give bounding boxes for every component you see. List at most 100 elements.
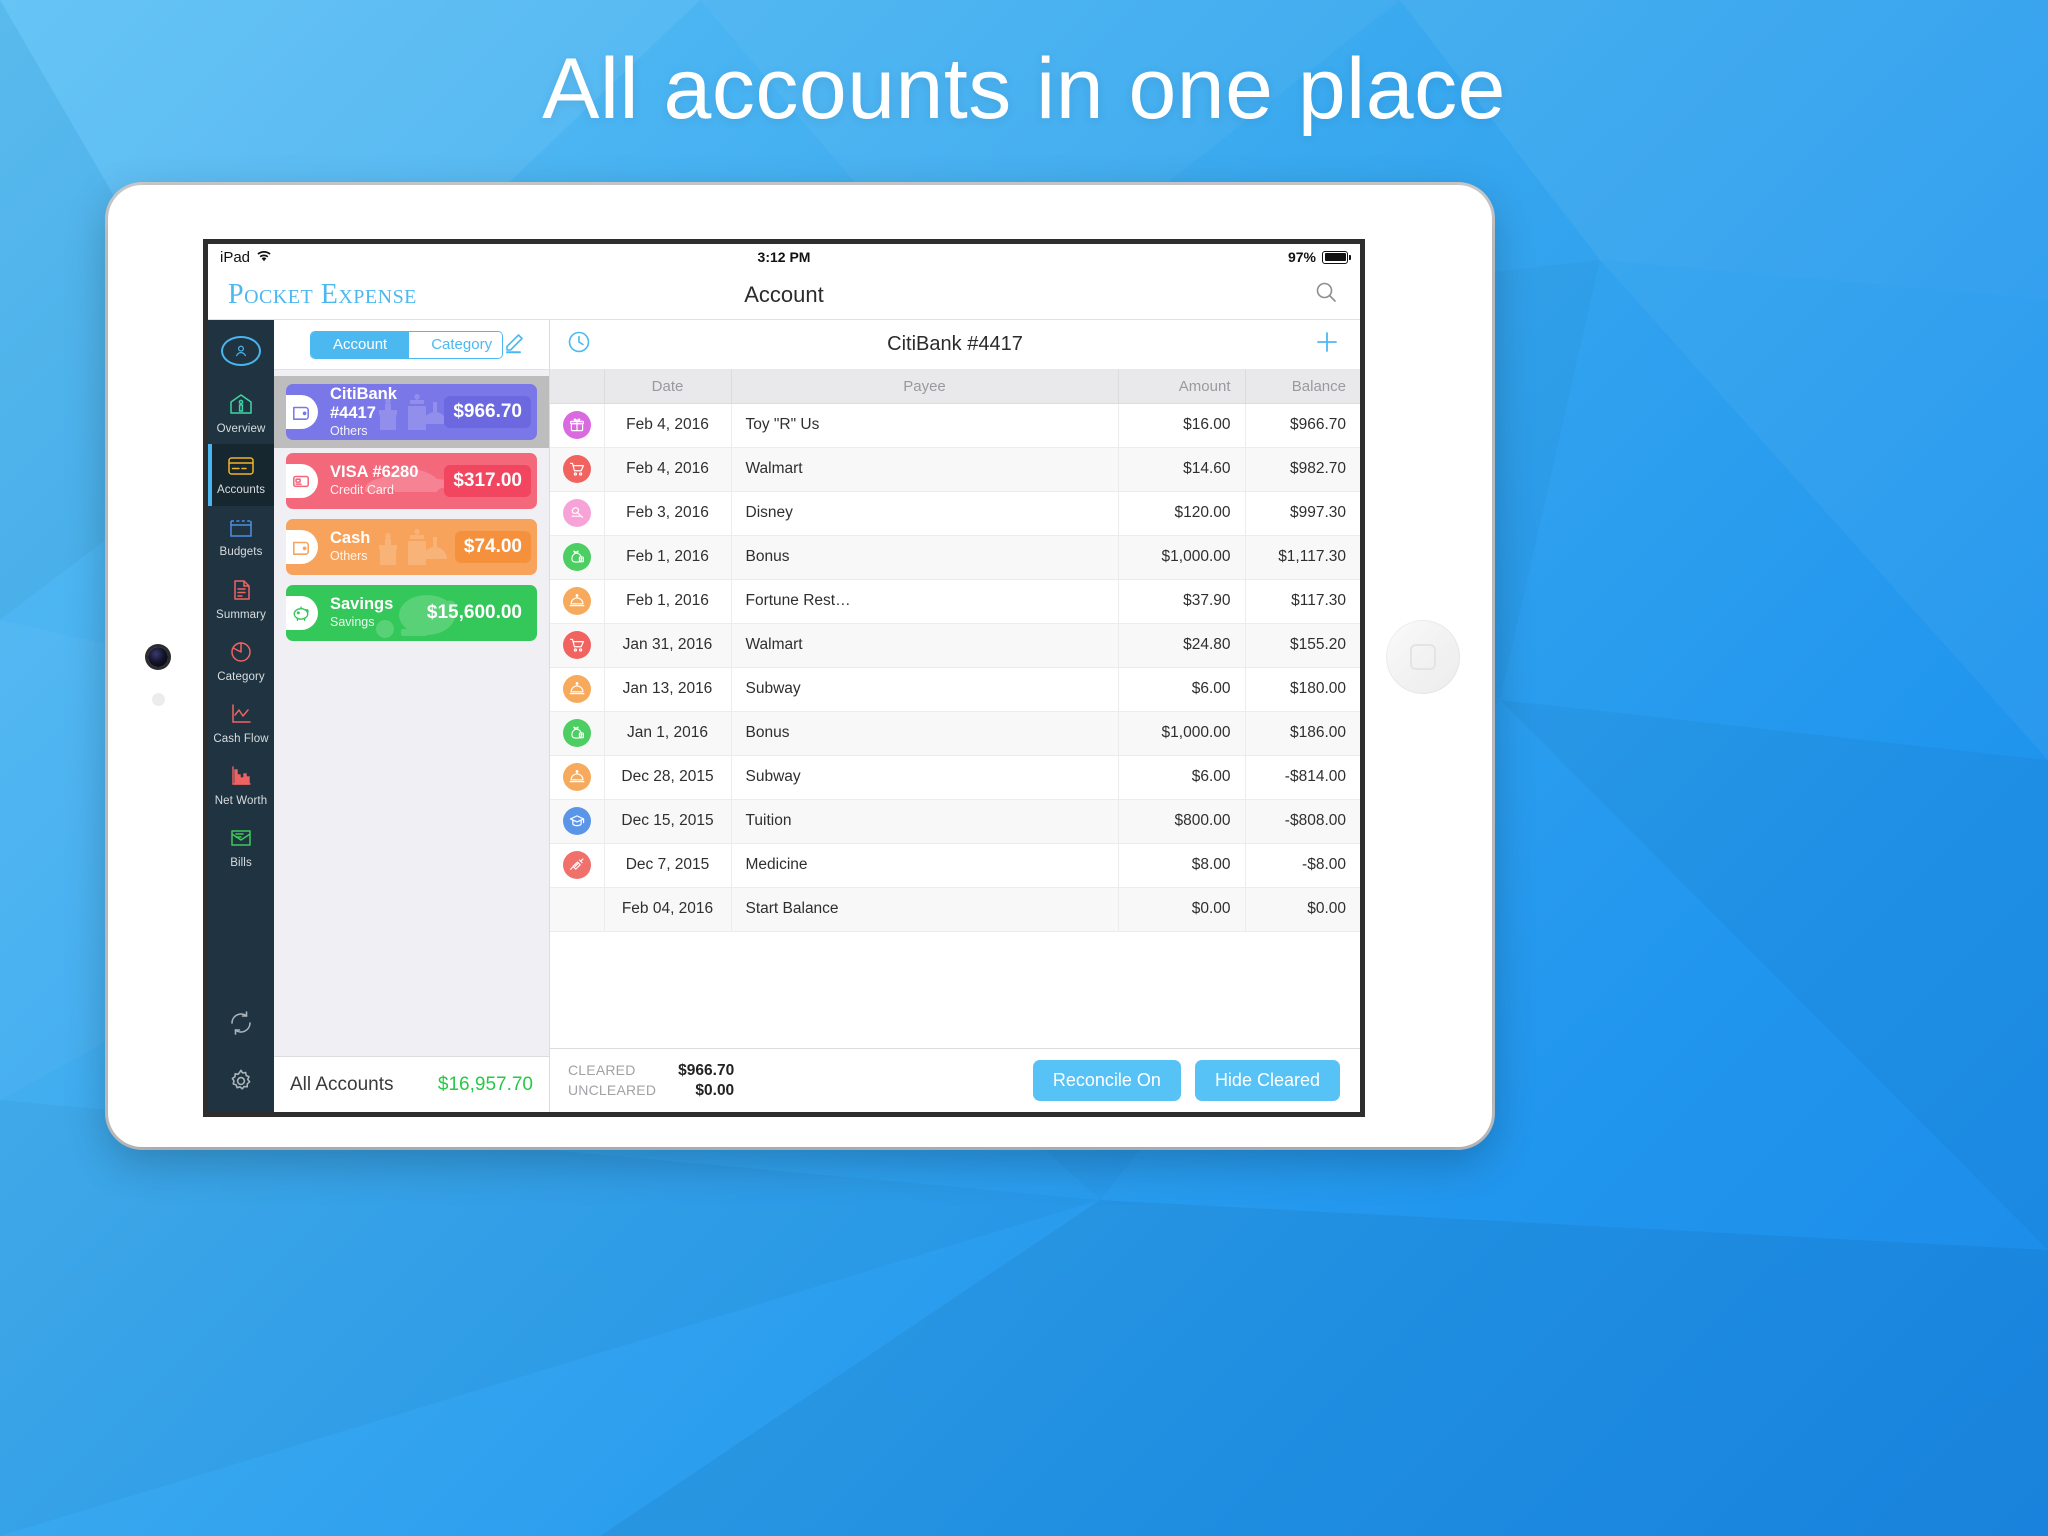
search-icon[interactable] (1314, 280, 1338, 309)
home-icon (228, 392, 254, 421)
table-row[interactable]: Feb 4, 2016 Toy "R" Us $16.00 $966.70 (550, 403, 1360, 448)
table-row[interactable]: Dec 15, 2015 Tuition $800.00 -$808.00 (550, 799, 1360, 844)
sidebar-item-label: Bills (230, 856, 252, 869)
ambient-sensor-icon (152, 693, 165, 706)
account-type: Savings (330, 615, 375, 630)
row-amount: $0.00 (1118, 887, 1246, 932)
account-card-citibank[interactable]: CitiBank #4417 Others $966.70 (274, 376, 549, 448)
sidebar-item-summary[interactable]: Summary (208, 568, 274, 630)
col-amount: Amount (1118, 370, 1246, 404)
all-accounts-footer[interactable]: All Accounts $16,957.70 (274, 1056, 549, 1112)
table-row[interactable]: Dec 7, 2015 Medicine $8.00 -$8.00 (550, 843, 1360, 888)
settings-button[interactable] (208, 1054, 274, 1112)
sidebar-item-accounts[interactable]: Accounts (208, 444, 274, 506)
syringe-icon (562, 851, 591, 879)
account-card-cash[interactable]: Cash Others $74.00 (274, 514, 549, 580)
account-card-visa[interactable]: VISA #6280 Credit Card $317.00 (274, 448, 549, 514)
col-balance: Balance (1245, 370, 1360, 404)
ipad-device-frame: iPad 3:12 PM 97% Pocket Expense Account (105, 182, 1495, 1150)
uncleared-value: $0.00 (695, 1081, 735, 1099)
add-transaction-button[interactable] (1314, 329, 1340, 360)
transactions-title: CitiBank #4417 (887, 333, 1023, 355)
row-category-icon-cell (550, 447, 605, 492)
table-row[interactable]: Jan 13, 2016 Subway $6.00 $180.00 (550, 667, 1360, 712)
table-row[interactable]: Feb 04, 2016 Start Balance $0.00 $0.00 (550, 887, 1360, 932)
dish-icon (562, 675, 591, 703)
page-title: All accounts in one place (542, 41, 1506, 137)
row-payee: Walmart (731, 623, 1119, 668)
clock-history-icon (566, 331, 592, 359)
history-button[interactable] (566, 329, 592, 360)
row-balance: $0.00 (1245, 887, 1360, 932)
table-row[interactable]: Feb 4, 2016 Walmart $14.60 $982.70 (550, 447, 1360, 492)
row-amount: $16.00 (1118, 403, 1246, 448)
row-date: Feb 4, 2016 (604, 447, 732, 492)
gear-icon (227, 1067, 255, 1100)
row-balance: -$808.00 (1245, 799, 1360, 844)
tab-category[interactable]: Category (409, 331, 502, 358)
tab-account[interactable]: Account (311, 331, 410, 358)
row-category-icon-cell (550, 579, 605, 624)
row-amount: $1,000.00 (1118, 535, 1246, 580)
hide-cleared-button[interactable]: Hide Cleared (1194, 1060, 1340, 1101)
cleared-value: $966.70 (678, 1061, 735, 1079)
cleared-label: CLEARED (568, 1061, 636, 1078)
sync-button[interactable] (208, 996, 274, 1054)
row-date: Jan 13, 2016 (604, 667, 732, 712)
col-payee: Payee (731, 370, 1119, 404)
status-bar-time: 3:12 PM (757, 249, 811, 265)
sidebar-item-category[interactable]: Category (208, 630, 274, 692)
table-row[interactable]: Feb 1, 2016 Bonus $1,000.00 $1,117.30 (550, 535, 1360, 580)
row-payee: Start Balance (731, 887, 1119, 932)
line-chart-icon (228, 702, 254, 731)
transactions-empty-space (550, 931, 1360, 1048)
row-balance: $186.00 (1245, 711, 1360, 756)
app-body: Overview Accounts Budgets Summary Catego… (208, 320, 1360, 1112)
row-payee: Subway (731, 755, 1119, 800)
app-navbar: Pocket Expense Account (208, 270, 1360, 320)
account-name: CitiBank #4417 (330, 384, 397, 422)
card-icon (286, 464, 318, 498)
account-category-segmented-control[interactable]: Account Category (310, 330, 503, 359)
row-payee: Disney (731, 491, 1119, 536)
wifi-icon (256, 249, 272, 266)
bar-chart-icon (228, 764, 254, 793)
row-payee: Bonus (731, 535, 1119, 580)
envelope-icon (228, 826, 254, 855)
sidebar-item-net-worth[interactable]: Net Worth (208, 754, 274, 816)
row-balance: -$8.00 (1245, 843, 1360, 888)
table-row[interactable]: Dec 28, 2015 Subway $6.00 -$814.00 (550, 755, 1360, 800)
row-payee: Toy "R" Us (731, 403, 1119, 448)
sidebar-item-budgets[interactable]: Budgets (208, 506, 274, 568)
sidebar-item-label: Accounts (216, 483, 266, 496)
table-header-row: Date Payee Amount Balance (550, 370, 1360, 404)
sidebar-item-cash-flow[interactable]: Cash Flow (208, 692, 274, 754)
sidebar-item-label: Cash Flow (213, 732, 269, 745)
sidebar-item-bills[interactable]: Bills (208, 816, 274, 878)
account-card-savings[interactable]: Savings Savings $15,600.00 (274, 580, 549, 646)
row-date: Feb 4, 2016 (604, 403, 732, 448)
reconcile-on-button[interactable]: Reconcile On (1032, 1060, 1181, 1101)
row-date: Feb 1, 2016 (604, 579, 732, 624)
row-balance: $1,117.30 (1245, 535, 1360, 580)
row-category-icon-cell (550, 887, 605, 932)
account-card-list: CitiBank #4417 Others $966.70 VISA #6280… (274, 370, 549, 1056)
transactions-body: Feb 4, 2016 Toy "R" Us $16.00 $966.70 Feb 4,… (550, 403, 1360, 932)
avatar[interactable] (208, 320, 274, 382)
row-amount: $6.00 (1118, 667, 1246, 712)
edit-accounts-button[interactable] (503, 330, 527, 359)
row-payee: Walmart (731, 447, 1119, 492)
table-row[interactable]: Jan 31, 2016 Walmart $24.80 $155.20 (550, 623, 1360, 668)
table-row[interactable]: Jan 1, 2016 Bonus $1,000.00 $186.00 (550, 711, 1360, 756)
row-date: Jan 31, 2016 (604, 623, 732, 668)
home-button[interactable] (1386, 620, 1460, 694)
table-row[interactable]: Feb 1, 2016 Fortune Rest… $37.90 $117.30 (550, 579, 1360, 624)
battery-icon (1322, 250, 1351, 264)
plus-icon (1314, 332, 1340, 359)
account-balance: $966.70 (444, 396, 531, 428)
pencil-edit-icon (503, 334, 527, 358)
table-row[interactable]: Feb 3, 2016 Disney $120.00 $997.30 (550, 491, 1360, 536)
row-payee: Subway (731, 667, 1119, 712)
sidebar-item-overview[interactable]: Overview (208, 382, 274, 444)
row-amount: $6.00 (1118, 755, 1246, 800)
